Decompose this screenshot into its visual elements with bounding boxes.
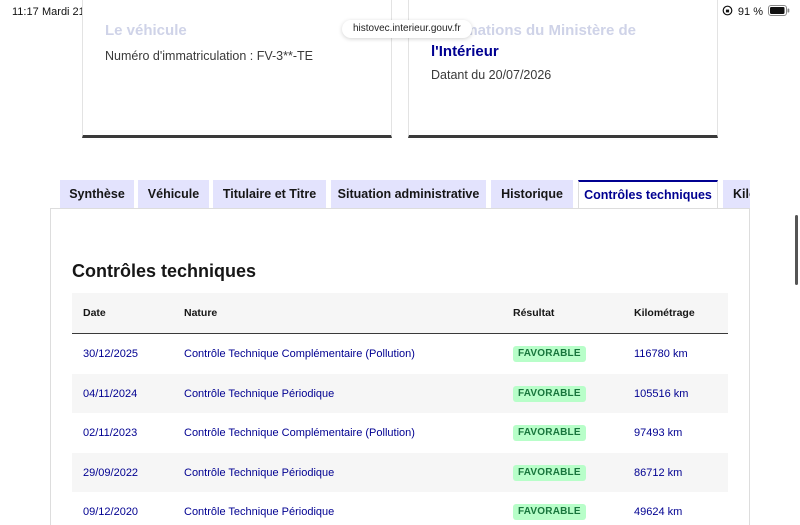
table-row: 29/09/2022 Contrôle Technique Périodique… [72, 452, 728, 492]
table-row: 09/12/2020 Contrôle Technique Périodique… [72, 492, 728, 525]
row-date: 29/09/2022 [83, 466, 139, 479]
plate-number-text: Numéro d'immatriculation : FV-3**-TE [105, 49, 314, 63]
row-date: 09/12/2020 [83, 506, 139, 518]
controls-table: Date Nature Résultat Kilométrage 30/12/2… [72, 293, 728, 525]
scrollbar[interactable] [795, 215, 798, 285]
result-badge: FAVORABLE [513, 464, 586, 481]
result-badge: FAVORABLE [513, 385, 586, 402]
header-date: Date [83, 307, 106, 319]
orientation-lock-icon [722, 5, 733, 19]
header-kilometrage: Kilométrage [634, 307, 695, 319]
row-kilometrage: 97493 km [634, 427, 683, 439]
result-badge: FAVORABLE [513, 504, 586, 520]
row-date: 30/12/2025 [83, 348, 139, 360]
tab-synthese[interactable]: Synthèse [60, 180, 134, 209]
header-resultat: Résultat [513, 307, 555, 319]
row-nature: Contrôle Technique Complémentaire (Pollu… [184, 427, 415, 439]
table-header: Date Nature Résultat Kilométrage [72, 293, 728, 334]
tab-vehicule[interactable]: Véhicule [138, 180, 209, 209]
row-nature: Contrôle Technique Périodique [184, 466, 335, 479]
row-kilometrage: 49624 km [634, 506, 683, 518]
tab-controles-techniques[interactable]: Contrôles techniques [578, 180, 718, 209]
battery-percent: 91 % [737, 6, 763, 18]
row-nature: Contrôle Technique Complémentaire (Pollu… [184, 348, 415, 360]
row-nature: Contrôle Technique Périodique [184, 387, 335, 400]
result-badge: FAVORABLE [513, 346, 586, 362]
row-kilometrage: 116780 km [634, 348, 688, 360]
row-kilometrage: 105516 km [634, 387, 689, 400]
tab-titulaire[interactable]: Titulaire et Titre [213, 180, 326, 209]
table-row: 04/11/2024 Contrôle Technique Périodique… [72, 373, 728, 413]
url-bar[interactable]: histovec.interieur.gouv.fr [342, 20, 472, 38]
row-nature: Contrôle Technique Périodique [184, 506, 335, 518]
battery-icon [768, 5, 790, 19]
vehicle-card-title: Le véhicule [105, 22, 187, 39]
data-date-text: Datant du 20/07/2026 [431, 68, 552, 82]
table-row: 30/12/2025 Contrôle Technique Complément… [72, 334, 728, 374]
table-row: 02/11/2023 Contrôle Technique Complément… [72, 413, 728, 453]
result-badge: FAVORABLE [513, 425, 586, 441]
row-kilometrage: 86712 km [634, 466, 683, 479]
tab-situation-administrative[interactable]: Situation administrative [331, 180, 486, 209]
row-date: 02/11/2023 [83, 427, 138, 439]
tab-kilometrage[interactable]: Kilométrage [723, 180, 750, 209]
status-time: 11:17 [12, 6, 39, 18]
ministry-card-title: l'Intérieur [431, 43, 499, 60]
tab-historique[interactable]: Historique [491, 180, 573, 209]
header-nature: Nature [184, 307, 218, 319]
row-date: 04/11/2024 [83, 387, 138, 400]
section-title: Contrôles techniques [72, 261, 257, 281]
tab-list: Synthèse Véhicule Titulaire et Titre Sit… [60, 180, 750, 209]
